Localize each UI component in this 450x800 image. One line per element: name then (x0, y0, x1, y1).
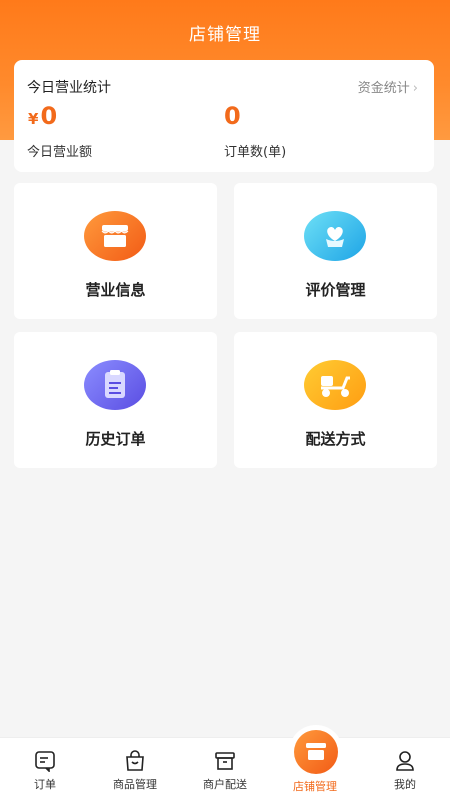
box-icon (215, 752, 235, 770)
funds-link-label: 资金统计 (357, 81, 410, 96)
today-stats-card: 今日营业统计 资金统计 › ¥0 0 今日营业额 订单数(单) (14, 60, 434, 172)
tab-label: 商户配送 (203, 778, 247, 791)
chevron-right-icon: › (412, 81, 418, 96)
clipboard-icon (84, 360, 146, 410)
tab-profile[interactable]: 我的 (360, 738, 450, 800)
bag-icon (126, 750, 144, 771)
stats-title: 今日营业统计 (27, 80, 111, 96)
orders-value: 0 (224, 102, 241, 130)
tile-review-management[interactable]: 评价管理 (234, 183, 437, 319)
tile-label: 历史订单 (85, 430, 146, 448)
order-icon (35, 751, 55, 772)
store-icon (294, 730, 338, 774)
tab-store-management[interactable]: 店铺管理 (270, 730, 360, 800)
tile-label: 评价管理 (305, 281, 366, 299)
heart-plant-icon (304, 211, 366, 261)
tab-orders[interactable]: 订单 (0, 738, 90, 800)
person-icon (396, 751, 414, 771)
tab-merchant-delivery[interactable]: 商户配送 (180, 738, 270, 800)
funds-stats-link[interactable]: 资金统计 › (358, 77, 418, 96)
orders-label: 订单数(单) (224, 145, 287, 160)
tile-delivery-method[interactable]: 配送方式 (234, 332, 437, 468)
page-title: 店铺管理 (189, 25, 261, 45)
tile-business-info[interactable]: 营业信息 (14, 183, 217, 319)
tile-label: 营业信息 (85, 281, 146, 299)
tab-label: 商品管理 (113, 778, 157, 791)
revenue-value: ¥0 (28, 102, 57, 130)
bottom-tab-bar: 订单 商品管理 商户配送 店铺管理 我的 (0, 730, 450, 800)
scooter-icon (304, 360, 366, 410)
tab-label: 店铺管理 (293, 780, 337, 793)
tab-label: 我的 (394, 778, 416, 791)
tab-label: 订单 (34, 778, 56, 791)
revenue-label: 今日营业额 (27, 145, 93, 160)
tile-label: 配送方式 (305, 430, 366, 448)
currency-symbol: ¥ (28, 110, 39, 128)
tab-products[interactable]: 商品管理 (90, 738, 180, 800)
revenue-number: 0 (40, 102, 58, 130)
store-icon (84, 211, 146, 261)
tile-order-history[interactable]: 历史订单 (14, 332, 217, 468)
